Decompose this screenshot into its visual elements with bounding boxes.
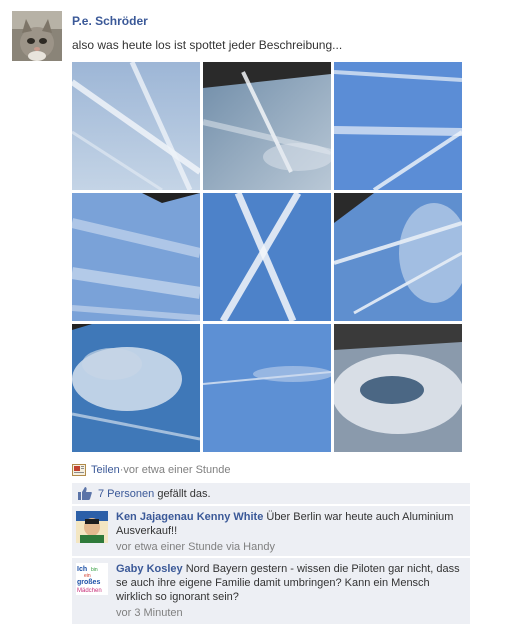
share-link[interactable]: Teilen <box>91 464 120 476</box>
photo-6[interactable] <box>334 193 462 321</box>
author-avatar[interactable] <box>12 11 62 61</box>
photo-8[interactable] <box>203 324 331 452</box>
comment-1-avatar[interactable] <box>76 511 108 543</box>
thumbs-up-icon <box>78 487 92 500</box>
likes-bar: 7 Personen gefällt das. <box>72 483 470 504</box>
comment-2-avatar-word-1: Ich <box>77 566 87 573</box>
post-author-name[interactable]: P.e. Schröder <box>72 14 148 28</box>
photo-9[interactable] <box>334 324 462 452</box>
comment-1-meta: vor etwa einer Stunde via Handy <box>116 541 275 553</box>
comment-2-avatar[interactable]: Ich bin ein großes Mädchen <box>76 563 108 595</box>
comment-2-avatar-word-4: großes <box>77 579 100 586</box>
photo-7[interactable] <box>72 324 200 452</box>
comment-2: Ich bin ein großes Mädchen Gaby Kosley N… <box>72 558 470 624</box>
post-actions: Teilen · vor etwa einer Stunde <box>72 464 230 476</box>
photo-1[interactable] <box>72 62 200 190</box>
comment-1: Ken Jajagenau Kenny White Über Berlin wa… <box>72 506 470 556</box>
photo-grid <box>72 62 466 454</box>
likes-suffix: gefällt das. <box>154 487 211 500</box>
photo-2[interactable] <box>203 62 331 190</box>
post-timestamp[interactable]: vor etwa einer Stunde <box>123 464 230 476</box>
share-icon <box>72 464 86 476</box>
comment-2-avatar-word-2: bin <box>91 567 98 573</box>
photo-5[interactable] <box>203 193 331 321</box>
photo-4[interactable] <box>72 193 200 321</box>
photo-3[interactable] <box>334 62 462 190</box>
likes-count-link[interactable]: 7 Personen <box>98 488 154 500</box>
comment-2-avatar-word-5: Mädchen <box>77 588 102 594</box>
post-message: also was heute los ist spottet jeder Bes… <box>72 38 343 52</box>
comment-1-author[interactable]: Ken Jajagenau Kenny White <box>116 511 263 523</box>
comment-2-author[interactable]: Gaby Kosley <box>116 563 183 575</box>
comment-2-meta: vor 3 Minuten <box>116 607 183 619</box>
